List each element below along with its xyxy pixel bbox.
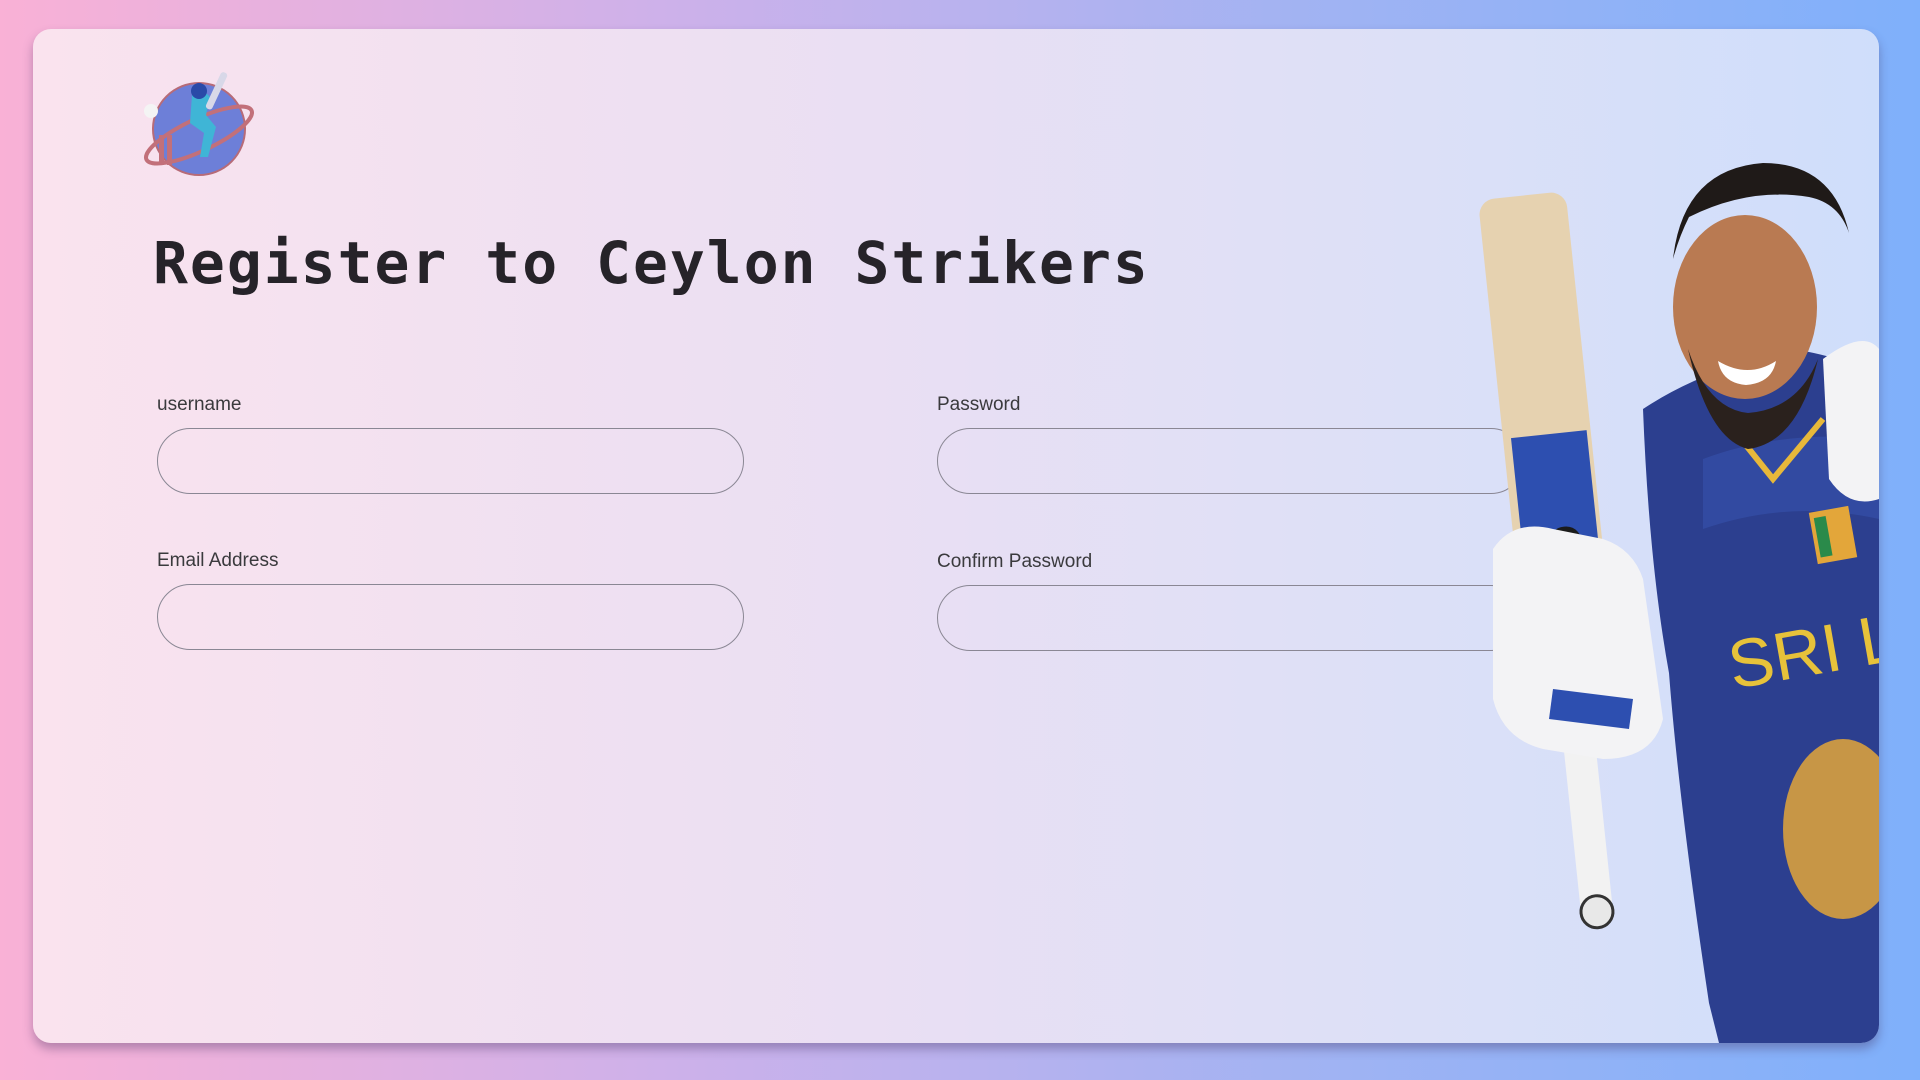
email-input[interactable] [157,584,744,650]
username-input[interactable] [157,428,744,494]
email-group: Email Address [157,550,745,650]
username-label: username [157,394,242,415]
cricket-logo-icon [144,72,254,176]
page-title: Register to Ceylon Strikers [153,229,1150,297]
cricket-player-image: SRI LANKA SF [1479,163,1879,1043]
username-group: username [157,394,745,494]
email-label: Email Address [157,550,279,571]
register-card: Register to Ceylon Strikers username Ema… [33,29,1879,1043]
